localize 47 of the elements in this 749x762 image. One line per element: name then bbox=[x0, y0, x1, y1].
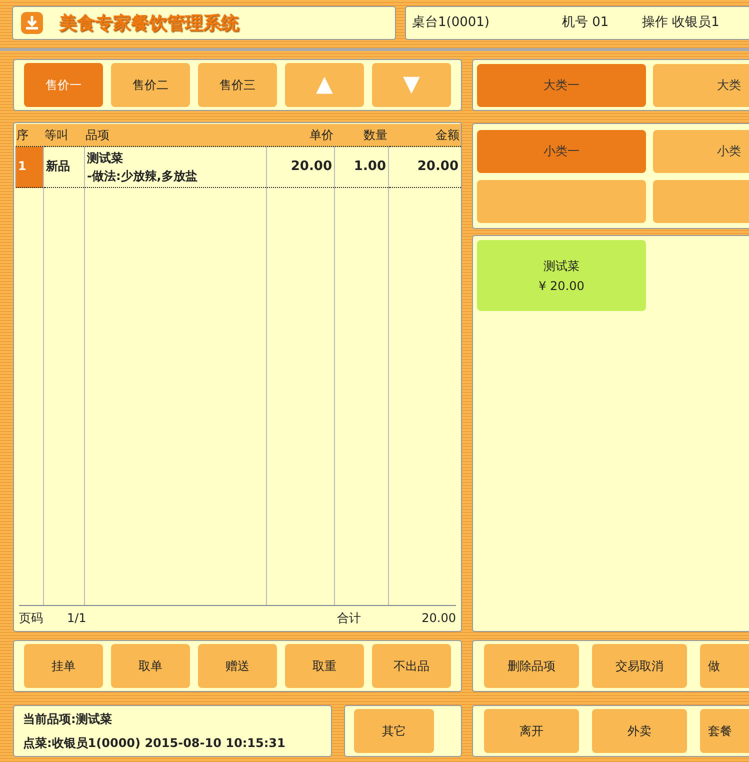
column-header: 数量 bbox=[334, 124, 388, 146]
column-header: 品项 bbox=[84, 124, 266, 146]
subcategory-tab[interactable] bbox=[653, 180, 749, 222]
column-header: 单价 bbox=[266, 124, 334, 146]
subcategory-tab[interactable]: 小类 bbox=[653, 130, 749, 172]
page-count: 1/1 bbox=[67, 610, 88, 626]
column-header: 金额 bbox=[388, 124, 460, 146]
action-button[interactable]: 交易取消 bbox=[592, 644, 687, 688]
operator-label: 操作 收银员1 bbox=[642, 14, 720, 32]
action-button[interactable]: 赠送 bbox=[198, 644, 277, 688]
table-cell: 20.00 bbox=[388, 146, 460, 188]
action-button[interactable]: 取单 bbox=[111, 644, 190, 688]
page-label: 页码 bbox=[19, 610, 44, 626]
subcategory-tab[interactable]: 小类一 bbox=[477, 130, 646, 172]
category-tab[interactable]: 大类一 bbox=[477, 64, 646, 106]
subcategory-tab[interactable] bbox=[477, 180, 646, 222]
price-tab[interactable]: 售价三 bbox=[198, 63, 277, 107]
dish-name: 测试菜 bbox=[544, 258, 580, 274]
table-cell: 1.00 bbox=[334, 146, 388, 188]
table-cell-text: -做法:少放辣,多放盐 bbox=[87, 168, 198, 185]
download-icon bbox=[21, 12, 43, 34]
action-button[interactable]: 做 bbox=[700, 644, 749, 688]
dish-price: ¥ 20.00 bbox=[538, 278, 584, 294]
order-info-text: 点菜:收银员1(0000) 2015-08-10 10:15:31 bbox=[23, 735, 286, 752]
price-tab[interactable]: 售价二 bbox=[111, 63, 190, 107]
app-title: 美食专家餐饮管理系统 bbox=[59, 12, 239, 36]
table-label: 桌台1(0001) bbox=[412, 14, 490, 32]
column-header: 等叫 bbox=[44, 124, 84, 146]
action-button[interactable]: 离开 bbox=[484, 709, 579, 753]
category-tab[interactable]: 大类 bbox=[653, 64, 749, 106]
action-button[interactable]: 取重 bbox=[285, 644, 364, 688]
other-button[interactable]: 其它 bbox=[354, 709, 434, 753]
action-button[interactable]: 套餐 bbox=[700, 709, 749, 753]
column-header: 序 bbox=[16, 124, 44, 146]
action-button[interactable]: 不出品 bbox=[372, 644, 451, 688]
action-button[interactable]: 外卖 bbox=[592, 709, 687, 753]
table-cell: 20.00 bbox=[266, 146, 334, 188]
current-item-text: 当前品项:测试菜 bbox=[23, 711, 113, 728]
terminal-label: 机号 01 bbox=[562, 14, 610, 32]
table-cell: 新品 bbox=[44, 146, 84, 188]
total-amount: 20.00 bbox=[420, 610, 456, 626]
dish-button[interactable]: 测试菜 ¥ 20.00 bbox=[477, 240, 646, 311]
table-cell: 1 bbox=[16, 146, 44, 188]
table-cell-text: 测试菜 bbox=[87, 150, 124, 167]
total-label: 合计 bbox=[337, 610, 362, 626]
action-button[interactable]: 挂单 bbox=[24, 644, 103, 688]
action-button[interactable]: 删除品项 bbox=[484, 644, 579, 688]
